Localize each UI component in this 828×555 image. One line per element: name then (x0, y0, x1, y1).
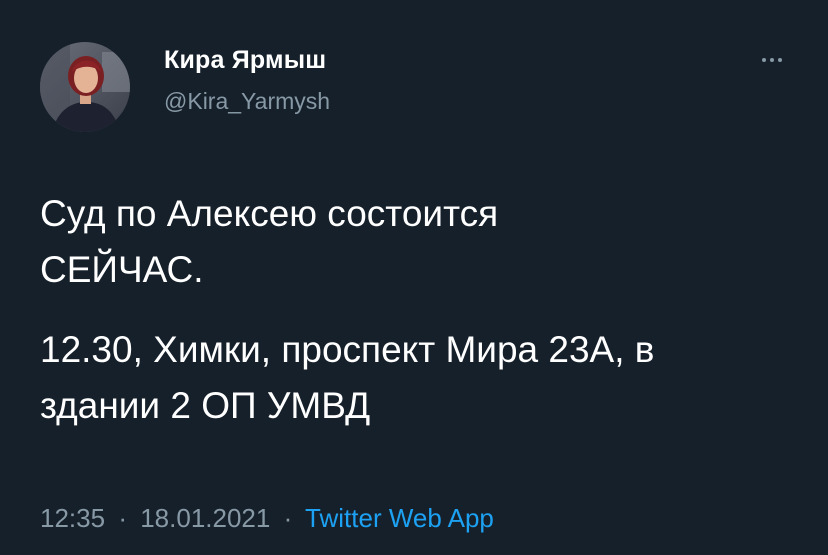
tweet-line: 12.30, Химки, проспект Мира 23А, в (40, 329, 655, 370)
meta-separator: · (283, 503, 293, 533)
tweet-line: СЕЙЧАС. (40, 249, 204, 290)
tweet-line: здании 2 ОП УМВД (40, 385, 371, 426)
tweet-card: Кира Ярмыш @Kira_Yarmysh Суд по Алексею … (0, 0, 828, 555)
tweet-source-link[interactable]: Twitter Web App (305, 503, 494, 533)
more-horizontal-icon (762, 58, 766, 62)
tweet-date[interactable]: 18.01.2021 (140, 503, 270, 533)
meta-separator: · (118, 503, 127, 533)
avatar-image (40, 42, 130, 132)
more-horizontal-icon-dot (770, 58, 774, 62)
tweet-text: Суд по Алексею состоится СЕЙЧАС. 12.30, … (40, 186, 800, 434)
more-horizontal-icon-dot (778, 58, 782, 62)
more-options-button[interactable] (752, 48, 792, 72)
tweet-time[interactable]: 12:35 (40, 503, 105, 533)
tweet-line: Суд по Алексею состоится (40, 193, 499, 234)
author-handle[interactable]: @Kira_Yarmysh (164, 88, 330, 115)
author-name[interactable]: Кира Ярмыш (164, 46, 326, 75)
avatar[interactable] (40, 42, 130, 132)
tweet-meta: 12:35 · 18.01.2021 · Twitter Web App (40, 503, 494, 534)
